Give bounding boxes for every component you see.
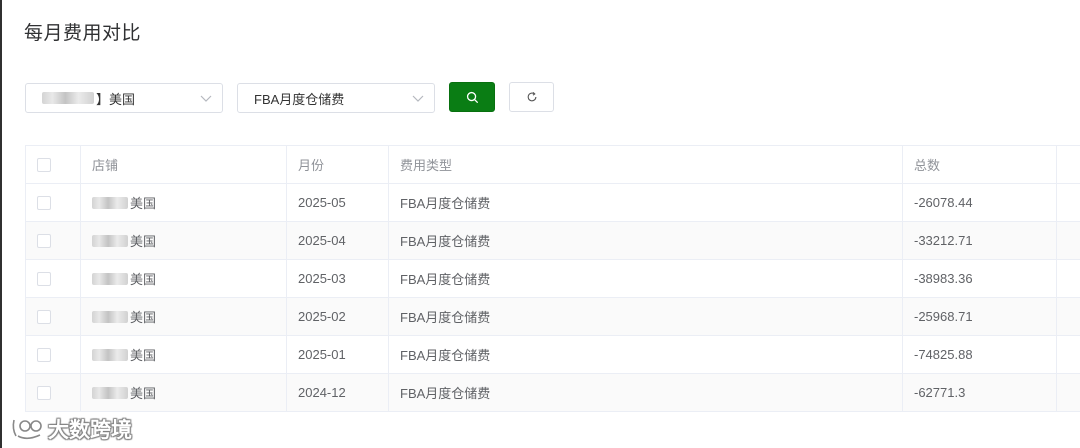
row-select-cell (25, 298, 81, 335)
row-spacer (1057, 374, 1080, 411)
store-cell: 美国 (81, 260, 287, 297)
fee-type-cell: FBA月度仓储费 (389, 298, 903, 335)
select-all-checkbox[interactable] (37, 157, 51, 172)
header-month: 月份 (287, 146, 389, 183)
row-select-cell (25, 336, 81, 373)
row-select-cell (25, 374, 81, 411)
row-checkbox[interactable] (37, 385, 51, 400)
store-select[interactable]: 】美国 (25, 83, 223, 113)
redacted-store-name (42, 92, 94, 104)
row-spacer (1057, 222, 1080, 259)
fee-type-cell: FBA月度仓储费 (389, 336, 903, 373)
header-spacer (1057, 146, 1080, 183)
store-cell: 美国 (81, 336, 287, 373)
total-cell: -74825.88 (903, 336, 1057, 373)
store-suffix: 美国 (130, 348, 157, 363)
fee-type-cell: FBA月度仓储费 (389, 260, 903, 297)
fee-type-cell: FBA月度仓储费 (389, 184, 903, 221)
store-suffix: 美国 (130, 386, 157, 401)
table-row: 美国 2024-12 FBA月度仓储费 -62771.3 (25, 374, 1080, 412)
redacted-store-name (92, 272, 128, 285)
row-checkbox[interactable] (37, 347, 51, 362)
row-checkbox[interactable] (37, 271, 51, 286)
row-spacer (1057, 298, 1080, 335)
chevron-down-icon (200, 95, 212, 102)
app-frame: 每月费用对比 】美国 FBA月度仓储费 店铺 月份 费用类型 总数 美国 202… (0, 0, 1080, 448)
store-cell: 美国 (81, 374, 287, 411)
store-cell: 美国 (81, 298, 287, 335)
row-spacer (1057, 336, 1080, 373)
table-row: 美国 2025-05 FBA月度仓储费 -26078.44 (25, 184, 1080, 222)
table-header-row: 店铺 月份 费用类型 总数 (25, 146, 1080, 184)
month-cell: 2025-04 (287, 222, 389, 259)
fee-table: 店铺 月份 费用类型 总数 美国 2025-05 FBA月度仓储费 -26078… (25, 145, 1080, 412)
row-checkbox[interactable] (37, 309, 51, 324)
fee-type-select[interactable]: FBA月度仓储费 (237, 83, 435, 113)
month-cell: 2025-03 (287, 260, 389, 297)
fee-type-cell: FBA月度仓储费 (389, 374, 903, 411)
row-select-cell (25, 184, 81, 221)
store-select-value: 】美国 (96, 91, 136, 107)
row-spacer (1057, 260, 1080, 297)
fee-type-select-value: FBA月度仓储费 (254, 91, 345, 107)
chevron-down-icon (412, 95, 424, 102)
header-select-cell (25, 146, 81, 183)
watermark-text: 大数跨境 (48, 419, 132, 442)
search-icon (466, 91, 478, 103)
row-select-cell (25, 222, 81, 259)
search-button[interactable] (449, 82, 495, 112)
table-row: 美国 2025-04 FBA月度仓储费 -33212.71 (25, 222, 1080, 260)
redacted-store-name (92, 196, 128, 209)
redacted-store-name (92, 386, 128, 399)
total-cell: -38983.36 (903, 260, 1057, 297)
month-cell: 2025-05 (287, 184, 389, 221)
total-cell: -26078.44 (903, 184, 1057, 221)
header-store: 店铺 (81, 146, 287, 183)
store-suffix: 美国 (130, 234, 157, 249)
row-checkbox[interactable] (37, 195, 51, 210)
reset-button[interactable] (509, 82, 554, 112)
refresh-icon (527, 91, 536, 102)
store-cell: 美国 (81, 222, 287, 259)
table-row: 美国 2025-02 FBA月度仓储费 -25968.71 (25, 298, 1080, 336)
redacted-store-name (92, 310, 128, 323)
header-total: 总数 (903, 146, 1057, 183)
store-suffix: 美国 (130, 272, 157, 287)
redacted-store-name (92, 234, 128, 247)
redacted-store-name (92, 348, 128, 361)
watermark-logo-icon (12, 419, 42, 440)
total-cell: -62771.3 (903, 374, 1057, 411)
store-cell: 美国 (81, 184, 287, 221)
row-select-cell (25, 260, 81, 297)
store-suffix: 美国 (130, 310, 157, 325)
watermark: 大数跨境 (10, 414, 132, 444)
page-title: 每月费用对比 (24, 23, 142, 44)
row-spacer (1057, 184, 1080, 221)
total-cell: -25968.71 (903, 298, 1057, 335)
table-row: 美国 2025-01 FBA月度仓储费 -74825.88 (25, 336, 1080, 374)
store-suffix: 美国 (130, 196, 157, 211)
month-cell: 2025-02 (287, 298, 389, 335)
row-checkbox[interactable] (37, 233, 51, 248)
total-cell: -33212.71 (903, 222, 1057, 259)
table-row: 美国 2025-03 FBA月度仓储费 -38983.36 (25, 260, 1080, 298)
month-cell: 2025-01 (287, 336, 389, 373)
month-cell: 2024-12 (287, 374, 389, 411)
fee-type-cell: FBA月度仓储费 (389, 222, 903, 259)
header-fee-type: 费用类型 (389, 146, 903, 183)
